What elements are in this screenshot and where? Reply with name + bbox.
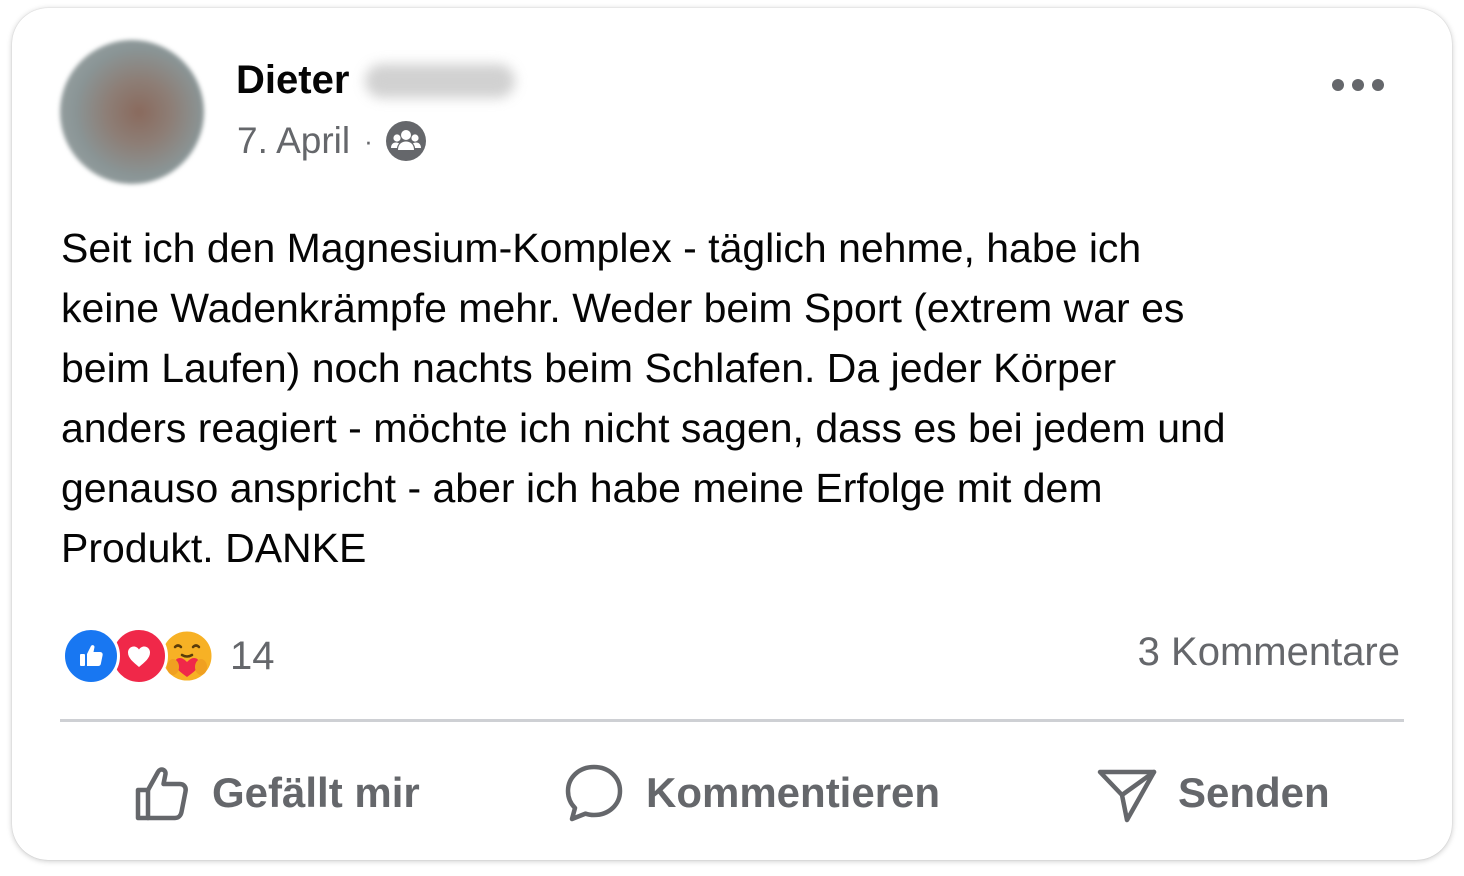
meta-separator: · bbox=[364, 125, 373, 156]
comment-bubble-icon bbox=[562, 761, 626, 825]
send-icon bbox=[1096, 762, 1158, 824]
like-button[interactable]: Gefällt mir bbox=[130, 738, 420, 848]
post-body-line: Produkt. DANKE bbox=[61, 525, 367, 571]
author-first-name[interactable]: Dieter bbox=[236, 58, 349, 103]
like-icon bbox=[130, 762, 192, 824]
author-name[interactable]: Dieter bbox=[236, 58, 516, 103]
post-actions: Gefällt mir Kommentieren Senden bbox=[60, 738, 1404, 848]
comment-button[interactable]: Kommentieren bbox=[562, 738, 940, 848]
post-body: Seit ich den Magnesium-Komplex - täglich… bbox=[61, 218, 1421, 578]
divider bbox=[60, 719, 1404, 722]
more-options-icon[interactable] bbox=[1332, 70, 1384, 100]
more-dot bbox=[1352, 79, 1364, 91]
post-body-line: Seit ich den Magnesium-Komplex - täglich… bbox=[61, 225, 1142, 271]
post-card: Dieter 7. April · Seit ich den Magnesium… bbox=[12, 8, 1452, 860]
more-dot bbox=[1332, 79, 1344, 91]
group-icon[interactable] bbox=[385, 120, 427, 162]
post-body-line: genauso anspricht - aber ich habe meine … bbox=[61, 465, 1103, 511]
like-reaction-icon bbox=[62, 627, 120, 685]
comment-button-label: Kommentieren bbox=[646, 769, 941, 816]
send-button[interactable]: Senden bbox=[1096, 738, 1330, 848]
author-surname-blurred bbox=[365, 63, 516, 98]
post-body-line: beim Laufen) noch nachts beim Schlafen. … bbox=[61, 345, 1117, 391]
post-body-line: keine Wadenkrämpfe mehr. Weder beim Spor… bbox=[61, 285, 1185, 331]
reaction-count[interactable]: 14 bbox=[230, 634, 275, 679]
like-button-label: Gefällt mir bbox=[212, 769, 420, 816]
post-date[interactable]: 7. April bbox=[237, 120, 350, 162]
post-body-line: anders reagiert - möchte ich nicht sagen… bbox=[61, 405, 1226, 451]
comments-count-link[interactable]: 3 Kommentare bbox=[1138, 630, 1400, 675]
reactions-summary[interactable]: 14 bbox=[62, 624, 275, 688]
post-meta: 7. April · bbox=[237, 118, 427, 164]
avatar[interactable] bbox=[60, 40, 204, 184]
send-button-label: Senden bbox=[1178, 769, 1330, 816]
more-dot bbox=[1372, 79, 1384, 91]
